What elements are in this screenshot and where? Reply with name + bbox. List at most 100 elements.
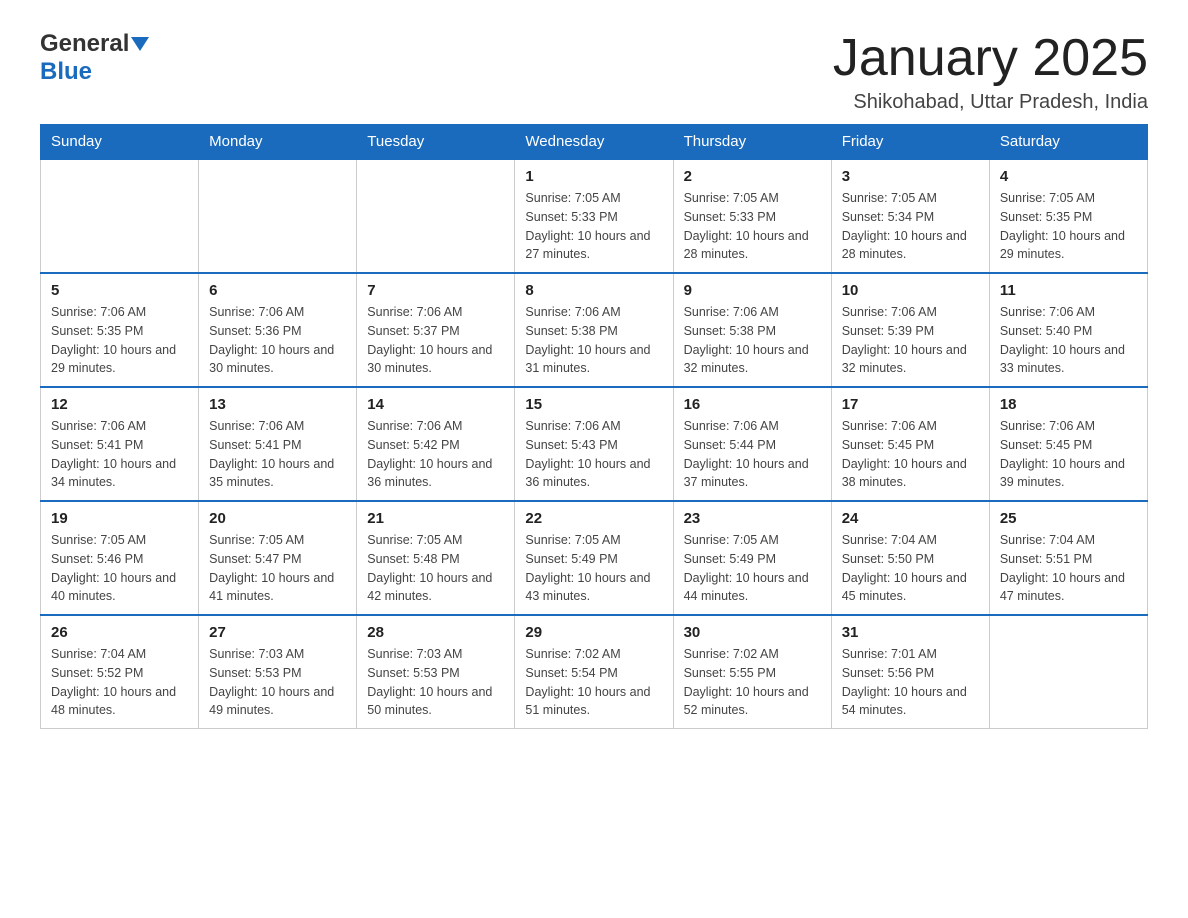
day-number: 26 <box>51 624 188 641</box>
calendar-header-tuesday: Tuesday <box>357 125 515 160</box>
calendar-header-sunday: Sunday <box>41 125 199 160</box>
day-info: Sunrise: 7:06 AM Sunset: 5:43 PM Dayligh… <box>525 417 662 492</box>
calendar-header-saturday: Saturday <box>989 125 1147 160</box>
day-info: Sunrise: 7:04 AM Sunset: 5:52 PM Dayligh… <box>51 645 188 720</box>
day-info: Sunrise: 7:06 AM Sunset: 5:38 PM Dayligh… <box>684 303 821 378</box>
day-info: Sunrise: 7:01 AM Sunset: 5:56 PM Dayligh… <box>842 645 979 720</box>
calendar-cell <box>41 159 199 273</box>
day-number: 13 <box>209 396 346 413</box>
day-info: Sunrise: 7:06 AM Sunset: 5:45 PM Dayligh… <box>1000 417 1137 492</box>
title-section: January 2025 Shikohabad, Uttar Pradesh, … <box>833 30 1148 114</box>
day-number: 9 <box>684 282 821 299</box>
calendar-week-row: 26 Sunrise: 7:04 AM Sunset: 5:52 PM Dayli… <box>41 615 1148 729</box>
logo-general-text: General <box>40 30 129 58</box>
day-number: 18 <box>1000 396 1137 413</box>
calendar-header-row: SundayMondayTuesdayWednesdayThursdayFrid… <box>41 125 1148 160</box>
calendar-cell: 10Sunrise: 7:06 AM Sunset: 5:39 PM Dayli… <box>831 273 989 387</box>
day-info: Sunrise: 7:05 AM Sunset: 5:35 PM Dayligh… <box>1000 189 1137 264</box>
calendar-header-friday: Friday <box>831 125 989 160</box>
calendar-cell: 28 Sunrise: 7:03 AM Sunset: 5:53 PM Dayli… <box>357 615 515 729</box>
calendar-week-row: 1 Sunrise: 7:05 AM Sunset: 5:33 PM Daylig… <box>41 159 1148 273</box>
calendar-week-row: 19 Sunrise: 7:05 AM Sunset: 5:46 PM Dayli… <box>41 501 1148 615</box>
calendar-cell: 9 Sunrise: 7:06 AM Sunset: 5:38 PM Daylig… <box>673 273 831 387</box>
calendar-cell: 14Sunrise: 7:06 AM Sunset: 5:42 PM Dayli… <box>357 387 515 501</box>
day-info: Sunrise: 7:03 AM Sunset: 5:53 PM Dayligh… <box>209 645 346 720</box>
page-header: General Blue January 2025 Shikohabad, Ut… <box>40 30 1148 114</box>
day-info: Sunrise: 7:06 AM Sunset: 5:41 PM Dayligh… <box>51 417 188 492</box>
day-info: Sunrise: 7:05 AM Sunset: 5:34 PM Dayligh… <box>842 189 979 264</box>
day-info: Sunrise: 7:06 AM Sunset: 5:41 PM Dayligh… <box>209 417 346 492</box>
calendar-cell: 16Sunrise: 7:06 AM Sunset: 5:44 PM Dayli… <box>673 387 831 501</box>
calendar-cell: 4 Sunrise: 7:05 AM Sunset: 5:35 PM Daylig… <box>989 159 1147 273</box>
logo-blue-text: Blue <box>40 58 92 86</box>
calendar-week-row: 5Sunrise: 7:06 AM Sunset: 5:35 PM Daylig… <box>41 273 1148 387</box>
calendar-cell: 30 Sunrise: 7:02 AM Sunset: 5:55 PM Dayli… <box>673 615 831 729</box>
calendar-header-wednesday: Wednesday <box>515 125 673 160</box>
day-info: Sunrise: 7:02 AM Sunset: 5:55 PM Dayligh… <box>684 645 821 720</box>
calendar-cell: 17 Sunrise: 7:06 AM Sunset: 5:45 PM Dayli… <box>831 387 989 501</box>
calendar-table: SundayMondayTuesdayWednesdayThursdayFrid… <box>40 124 1148 729</box>
logo: General Blue <box>40 30 149 86</box>
calendar-cell <box>357 159 515 273</box>
day-number: 25 <box>1000 510 1137 527</box>
day-number: 16 <box>684 396 821 413</box>
day-info: Sunrise: 7:05 AM Sunset: 5:48 PM Dayligh… <box>367 531 504 606</box>
calendar-cell: 26 Sunrise: 7:04 AM Sunset: 5:52 PM Dayli… <box>41 615 199 729</box>
day-number: 6 <box>209 282 346 299</box>
calendar-cell: 22Sunrise: 7:05 AM Sunset: 5:49 PM Dayli… <box>515 501 673 615</box>
day-info: Sunrise: 7:05 AM Sunset: 5:49 PM Dayligh… <box>525 531 662 606</box>
calendar-cell: 11Sunrise: 7:06 AM Sunset: 5:40 PM Dayli… <box>989 273 1147 387</box>
month-title: January 2025 <box>833 30 1148 87</box>
day-info: Sunrise: 7:05 AM Sunset: 5:49 PM Dayligh… <box>684 531 821 606</box>
day-info: Sunrise: 7:05 AM Sunset: 5:33 PM Dayligh… <box>525 189 662 264</box>
calendar-cell: 25Sunrise: 7:04 AM Sunset: 5:51 PM Dayli… <box>989 501 1147 615</box>
day-info: Sunrise: 7:05 AM Sunset: 5:47 PM Dayligh… <box>209 531 346 606</box>
day-info: Sunrise: 7:02 AM Sunset: 5:54 PM Dayligh… <box>525 645 662 720</box>
day-number: 14 <box>367 396 504 413</box>
day-number: 10 <box>842 282 979 299</box>
calendar-cell: 21 Sunrise: 7:05 AM Sunset: 5:48 PM Dayli… <box>357 501 515 615</box>
calendar-cell: 2 Sunrise: 7:05 AM Sunset: 5:33 PM Daylig… <box>673 159 831 273</box>
day-number: 20 <box>209 510 346 527</box>
day-number: 15 <box>525 396 662 413</box>
calendar-cell: 23 Sunrise: 7:05 AM Sunset: 5:49 PM Dayli… <box>673 501 831 615</box>
day-number: 27 <box>209 624 346 641</box>
calendar-cell: 7 Sunrise: 7:06 AM Sunset: 5:37 PM Daylig… <box>357 273 515 387</box>
day-number: 29 <box>525 624 662 641</box>
day-number: 21 <box>367 510 504 527</box>
day-number: 24 <box>842 510 979 527</box>
day-number: 4 <box>1000 168 1137 185</box>
day-info: Sunrise: 7:05 AM Sunset: 5:33 PM Dayligh… <box>684 189 821 264</box>
day-info: Sunrise: 7:06 AM Sunset: 5:45 PM Dayligh… <box>842 417 979 492</box>
day-info: Sunrise: 7:04 AM Sunset: 5:50 PM Dayligh… <box>842 531 979 606</box>
day-number: 8 <box>525 282 662 299</box>
calendar-cell <box>989 615 1147 729</box>
day-info: Sunrise: 7:06 AM Sunset: 5:36 PM Dayligh… <box>209 303 346 378</box>
day-number: 1 <box>525 168 662 185</box>
day-number: 17 <box>842 396 979 413</box>
logo-arrow-icon <box>131 37 149 51</box>
calendar-cell <box>199 159 357 273</box>
location-text: Shikohabad, Uttar Pradesh, India <box>833 91 1148 114</box>
calendar-cell: 12Sunrise: 7:06 AM Sunset: 5:41 PM Dayli… <box>41 387 199 501</box>
calendar-cell: 1 Sunrise: 7:05 AM Sunset: 5:33 PM Daylig… <box>515 159 673 273</box>
day-info: Sunrise: 7:06 AM Sunset: 5:38 PM Dayligh… <box>525 303 662 378</box>
calendar-cell: 20 Sunrise: 7:05 AM Sunset: 5:47 PM Dayli… <box>199 501 357 615</box>
day-number: 23 <box>684 510 821 527</box>
day-number: 28 <box>367 624 504 641</box>
calendar-cell: 18 Sunrise: 7:06 AM Sunset: 5:45 PM Dayli… <box>989 387 1147 501</box>
day-number: 2 <box>684 168 821 185</box>
day-number: 7 <box>367 282 504 299</box>
calendar-cell: 8 Sunrise: 7:06 AM Sunset: 5:38 PM Daylig… <box>515 273 673 387</box>
day-number: 30 <box>684 624 821 641</box>
calendar-week-row: 12Sunrise: 7:06 AM Sunset: 5:41 PM Dayli… <box>41 387 1148 501</box>
calendar-cell: 5Sunrise: 7:06 AM Sunset: 5:35 PM Daylig… <box>41 273 199 387</box>
day-number: 19 <box>51 510 188 527</box>
day-number: 11 <box>1000 282 1137 299</box>
day-info: Sunrise: 7:06 AM Sunset: 5:37 PM Dayligh… <box>367 303 504 378</box>
calendar-cell: 6 Sunrise: 7:06 AM Sunset: 5:36 PM Daylig… <box>199 273 357 387</box>
calendar-cell: 31Sunrise: 7:01 AM Sunset: 5:56 PM Dayli… <box>831 615 989 729</box>
day-info: Sunrise: 7:05 AM Sunset: 5:46 PM Dayligh… <box>51 531 188 606</box>
day-info: Sunrise: 7:03 AM Sunset: 5:53 PM Dayligh… <box>367 645 504 720</box>
calendar-cell: 3Sunrise: 7:05 AM Sunset: 5:34 PM Daylig… <box>831 159 989 273</box>
